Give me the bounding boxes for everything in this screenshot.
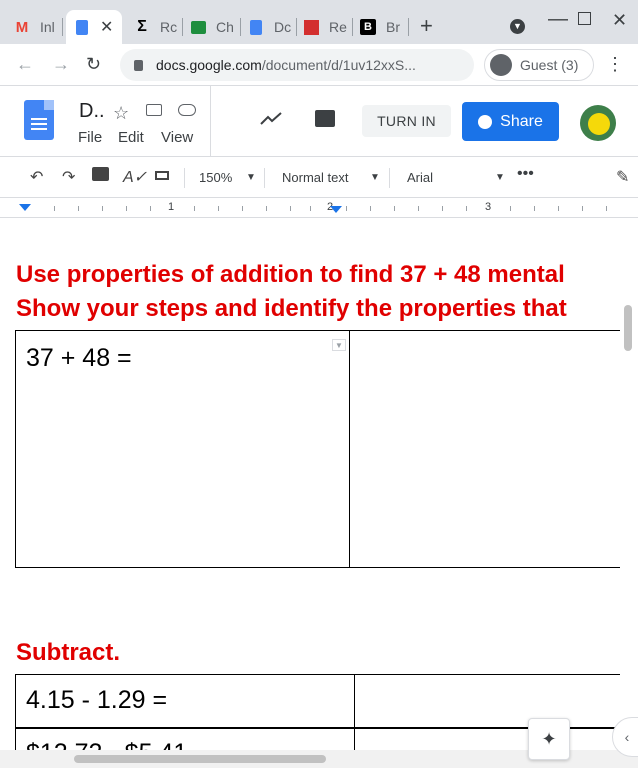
sigma-icon: Σ: [137, 18, 147, 35]
table2-row1-right[interactable]: [353, 674, 620, 729]
table1-cell-text: 37 + 48 =: [26, 344, 132, 372]
tab-label: Dc: [274, 19, 292, 35]
font-select[interactable]: Arial: [407, 170, 433, 185]
star-icon[interactable]: ☆: [113, 103, 129, 124]
comment-icon[interactable]: [315, 110, 335, 132]
new-tab-plus-icon[interactable]: +: [420, 13, 433, 39]
paint-format-icon[interactable]: [155, 167, 169, 185]
minimize-icon[interactable]: —: [548, 8, 568, 31]
kebab-menu-icon[interactable]: ⋮: [606, 54, 624, 75]
move-folder-icon[interactable]: [146, 103, 162, 121]
docs-logo-icon[interactable]: [24, 100, 54, 140]
docs-icon: [248, 19, 264, 35]
tab-label: Ch: [216, 19, 234, 35]
url-host: docs.google.com: [156, 57, 262, 73]
tab-label: Re: [329, 19, 347, 35]
close-window-icon[interactable]: ✕: [612, 10, 627, 31]
reload-icon[interactable]: ↻: [86, 54, 101, 75]
lock-icon: [134, 59, 143, 71]
chevron-down-icon: ▼: [495, 172, 505, 183]
b-icon: B: [360, 19, 376, 35]
cloud-saved-icon[interactable]: [178, 103, 196, 121]
tab-red-app[interactable]: Re: [303, 10, 347, 44]
activity-trend-icon[interactable]: [260, 110, 282, 131]
tab-gmail[interactable]: M Inl: [14, 10, 55, 44]
turn-in-button[interactable]: TURN IN: [362, 105, 451, 137]
person-add-icon: [478, 114, 493, 129]
indent-marker-icon[interactable]: [19, 204, 31, 211]
table1-cell-right[interactable]: [348, 330, 620, 568]
table2-row2-right[interactable]: [353, 727, 620, 750]
tab-strip: M Inl ✕ Σ Rc Ch Dc Re B Br + ▼ — ✕: [0, 0, 638, 44]
chevron-down-icon: ▼: [246, 172, 256, 183]
menu-view[interactable]: View: [161, 129, 193, 146]
tab-stop-marker-icon[interactable]: [330, 206, 342, 213]
account-avatar[interactable]: [580, 105, 616, 141]
horizontal-ruler: 1 2 3: [0, 198, 638, 218]
ruler-number: 3: [485, 201, 492, 213]
zoom-select[interactable]: 150%: [199, 170, 232, 185]
tab-classroom[interactable]: Ch: [190, 10, 234, 44]
forward-arrow-icon[interactable]: →: [52, 54, 70, 75]
cell-dropdown-icon[interactable]: ▼: [332, 339, 346, 351]
instruction-line-1: Use properties of addition to find 37 + …: [16, 261, 565, 288]
tab-sigma[interactable]: Σ Rc: [134, 10, 177, 44]
tab-search-icon[interactable]: ▼: [510, 16, 525, 34]
vertical-scrollbar[interactable]: [624, 305, 632, 351]
docs-header: D.. ☆ File Edit View TURN IN Share: [0, 86, 638, 156]
tab-label: Br: [386, 19, 400, 35]
formatting-toolbar: ↶ ↷ A✓ 150% ▼ Normal text ▼ Arial ▼ ••• …: [0, 156, 638, 198]
docs-icon: [74, 19, 90, 35]
close-tab-icon[interactable]: ✕: [100, 17, 113, 37]
tab-b[interactable]: B Br: [360, 10, 400, 44]
table2-row1-text: 4.15 - 1.29 =: [26, 686, 168, 714]
red-app-icon: [303, 19, 319, 35]
horizontal-scrollbar[interactable]: [74, 755, 326, 763]
paragraph-style-select[interactable]: Normal text: [282, 170, 348, 185]
tab-docs-active[interactable]: ✕: [66, 10, 122, 44]
profile-avatar-icon: [490, 54, 512, 76]
undo-icon[interactable]: ↶: [30, 167, 43, 187]
header-divider: [210, 86, 211, 156]
back-arrow-icon[interactable]: ←: [16, 54, 34, 75]
ruler-number: 1: [168, 201, 175, 213]
classroom-icon: [190, 19, 206, 35]
tab-label: Inl: [40, 19, 55, 35]
subtract-heading: Subtract.: [16, 639, 121, 666]
tab-label: Rc: [160, 19, 178, 35]
share-button[interactable]: Share: [462, 102, 559, 141]
url-input[interactable]: docs.google.com/document/d/1uv12xxS...: [120, 49, 474, 81]
table2-row2-text: $12.72 - $5.41: [26, 739, 187, 750]
more-options-icon[interactable]: •••: [517, 165, 534, 183]
share-label: Share: [500, 112, 543, 130]
tab-docs-2[interactable]: Dc: [248, 10, 291, 44]
menu-file[interactable]: File: [78, 129, 102, 146]
profile-label: Guest (3): [520, 57, 579, 73]
url-path: /document/d/1uv12xxS...: [261, 57, 416, 73]
gmail-icon: M: [15, 18, 29, 36]
document-title[interactable]: D..: [79, 100, 105, 123]
menu-edit[interactable]: Edit: [118, 129, 144, 146]
redo-icon[interactable]: ↷: [62, 167, 75, 187]
chevron-down-icon: ▼: [370, 172, 380, 183]
address-bar: ← → ↻ docs.google.com/document/d/1uv12xx…: [0, 44, 638, 86]
document-page[interactable]: Use properties of addition to find 37 + …: [0, 219, 620, 750]
print-icon[interactable]: [92, 167, 109, 186]
spellcheck-icon[interactable]: A✓: [123, 167, 147, 187]
edit-pencil-icon[interactable]: ✎: [616, 167, 629, 187]
instruction-line-2: Show your steps and identify the propert…: [16, 295, 567, 322]
maximize-icon[interactable]: [578, 12, 591, 30]
profile-button[interactable]: Guest (3): [484, 49, 594, 81]
explore-icon[interactable]: ✦: [528, 718, 570, 760]
